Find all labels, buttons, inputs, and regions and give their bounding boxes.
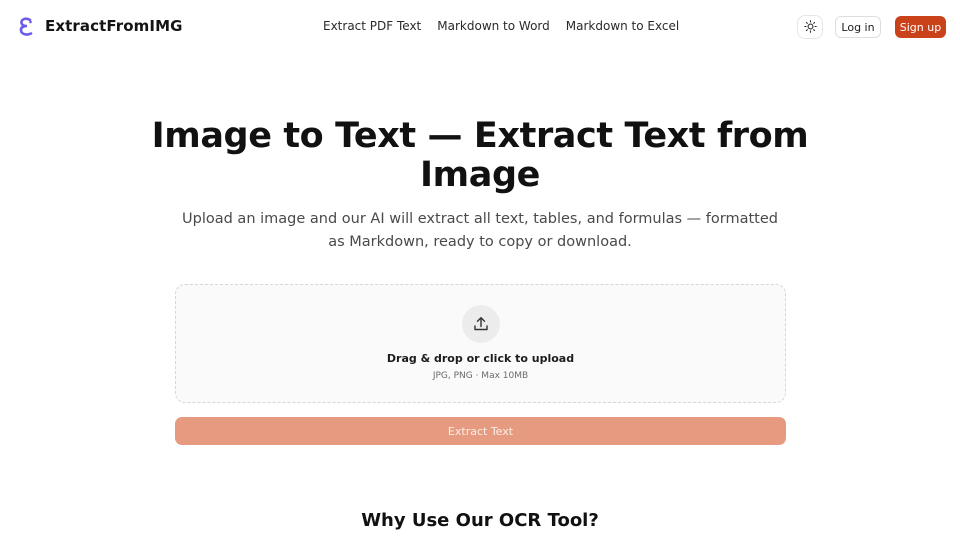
nav-markdown-to-word[interactable]: Markdown to Word	[437, 19, 550, 33]
upload-dropzone[interactable]: Drag & drop or click to upload JPG, PNG …	[175, 284, 786, 403]
theme-toggle-button[interactable]	[797, 15, 823, 39]
section-title: Why Use Our OCR Tool?	[361, 510, 599, 531]
login-button[interactable]: Log in	[835, 16, 881, 38]
upload-title: Drag & drop or click to upload	[386, 352, 575, 365]
extract-text-button[interactable]: Extract Text	[175, 417, 786, 445]
sun-icon	[803, 18, 817, 37]
site-header: ExtractFromIMG Extract PDF Text Markdown…	[0, 0, 960, 54]
signup-button[interactable]: Sign up	[895, 16, 946, 38]
upload-icon	[462, 305, 500, 343]
brand-name[interactable]: ExtractFromIMG	[45, 17, 183, 35]
upload-hint: JPG, PNG · Max 10MB	[432, 371, 529, 381]
nav-extract-pdf-text[interactable]: Extract PDF Text	[323, 19, 421, 33]
page-subtitle: Upload an image and our AI will extract …	[182, 211, 778, 250]
nav-markdown-to-excel[interactable]: Markdown to Excel	[566, 19, 679, 33]
main-nav: Extract PDF Text Markdown to Word Markdo…	[323, 19, 679, 33]
page-title: Image to Text — Extract Text from Image	[151, 116, 809, 195]
logo-icon[interactable]	[17, 16, 35, 38]
